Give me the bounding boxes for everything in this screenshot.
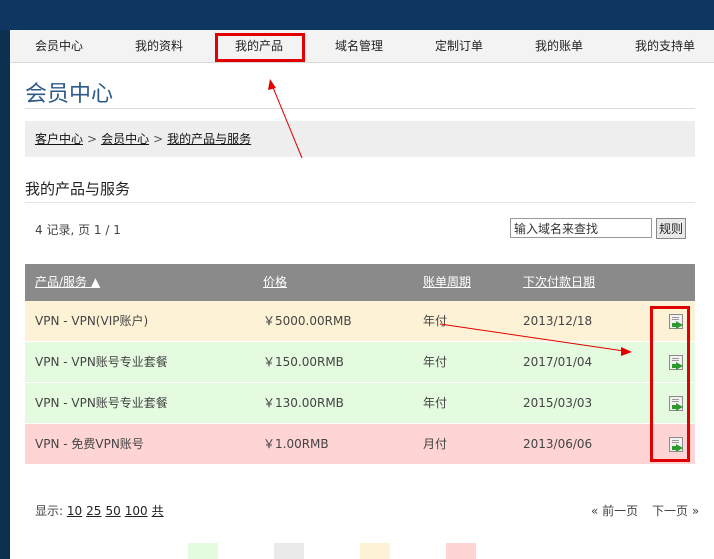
billing-cycle: 年付	[423, 355, 448, 369]
breadcrumb-products-services[interactable]: 我的产品与服务	[167, 132, 251, 146]
prev-page-link[interactable]: « 前一页	[591, 504, 638, 518]
section-divider	[25, 202, 695, 203]
search-button[interactable]: 规则	[656, 218, 686, 239]
next-due-date: 2015/03/03	[523, 396, 593, 410]
product-name: VPN - VPN(VIP账户)	[35, 314, 149, 328]
record-count: 4 记录, 页 1 / 1	[35, 223, 121, 237]
pagination-nav: « 前一页 下一页 »	[581, 502, 699, 519]
billing-cycle: 年付	[423, 396, 448, 410]
page-container: 会员中心 我的资料 我的产品 域名管理 定制订单 我的账单 我的支持单 会员中心…	[10, 30, 714, 559]
breadcrumb-separator: >	[153, 132, 164, 146]
page-size-100[interactable]: 100	[125, 504, 148, 518]
page-size-25[interactable]: 25	[86, 504, 101, 518]
top-banner	[0, 0, 714, 30]
next-due-date: 2013/12/18	[523, 314, 593, 328]
annotation-box-actions	[650, 306, 690, 462]
nav-item-member-center[interactable]: 会员中心	[24, 30, 94, 63]
breadcrumb-member-center[interactable]: 会员中心	[101, 132, 149, 146]
product-name: VPN - VPN账号专业套餐	[35, 355, 168, 369]
annotation-box-nav	[215, 33, 305, 62]
legend-swatch-active	[188, 543, 218, 559]
page-size-selector: 显示: 10 25 50 100 共	[35, 502, 168, 519]
nav-item-my-profile[interactable]: 我的资料	[124, 30, 194, 63]
table-row: VPN - 免费VPN账号 ￥1.00RMB 月付 2013/06/06	[25, 424, 695, 465]
nav-item-custom-orders[interactable]: 定制订单	[424, 30, 494, 63]
legend-swatch-terminated	[446, 543, 476, 559]
column-header-price[interactable]: 价格	[263, 264, 287, 301]
table-row: VPN - VPN(VIP账户) ￥5000.00RMB 年付 2013/12/…	[25, 301, 695, 342]
column-header-billing-cycle[interactable]: 账单周期	[423, 264, 471, 301]
title-divider	[25, 108, 695, 109]
breadcrumb: 客户中心 > 会员中心 > 我的产品与服务	[25, 121, 695, 157]
breadcrumb-client-center[interactable]: 客户中心	[35, 132, 83, 146]
page-title: 会员中心	[25, 82, 114, 107]
table-row: VPN - VPN账号专业套餐 ￥130.00RMB 年付 2015/03/03	[25, 383, 695, 424]
nav-item-my-invoices[interactable]: 我的账单	[524, 30, 594, 63]
breadcrumb-separator: >	[87, 132, 98, 146]
product-price: ￥130.00RMB	[263, 396, 344, 410]
page-size-all[interactable]: 共	[152, 504, 164, 518]
nav-item-domain-management[interactable]: 域名管理	[324, 30, 394, 63]
page-size-label: 显示:	[35, 504, 64, 518]
page-size-50[interactable]: 50	[105, 504, 120, 518]
domain-search-input[interactable]	[510, 218, 652, 238]
table-row: VPN - VPN账号专业套餐 ￥150.00RMB 年付 2017/01/04	[25, 342, 695, 383]
next-due-date: 2017/01/04	[523, 355, 593, 369]
product-price: ￥5000.00RMB	[263, 314, 352, 328]
product-price: ￥150.00RMB	[263, 355, 344, 369]
legend-swatch-other	[274, 543, 304, 559]
products-table: 产品/服务 ▲ 价格 账单周期 下次付款日期 VPN - VPN(VIP账户) …	[25, 264, 695, 465]
billing-cycle: 年付	[423, 314, 448, 328]
next-page-link[interactable]: 下一页 »	[652, 504, 699, 518]
table-header: 产品/服务 ▲ 价格 账单周期 下次付款日期	[25, 264, 695, 301]
page-size-10[interactable]: 10	[67, 504, 82, 518]
product-name: VPN - 免费VPN账号	[35, 437, 144, 451]
billing-cycle: 月付	[423, 437, 448, 451]
section-title: 我的产品与服务	[25, 180, 131, 198]
main-nav: 会员中心 我的资料 我的产品 域名管理 定制订单 我的账单 我的支持单	[10, 30, 714, 63]
product-name: VPN - VPN账号专业套餐	[35, 396, 168, 410]
next-due-date: 2013/06/06	[523, 437, 593, 451]
nav-item-my-tickets[interactable]: 我的支持单	[622, 30, 708, 63]
legend-swatch-pending	[360, 543, 390, 559]
product-price: ￥1.00RMB	[263, 437, 329, 451]
column-header-next-due-date[interactable]: 下次付款日期	[523, 264, 595, 301]
column-header-product[interactable]: 产品/服务 ▲	[35, 264, 100, 301]
